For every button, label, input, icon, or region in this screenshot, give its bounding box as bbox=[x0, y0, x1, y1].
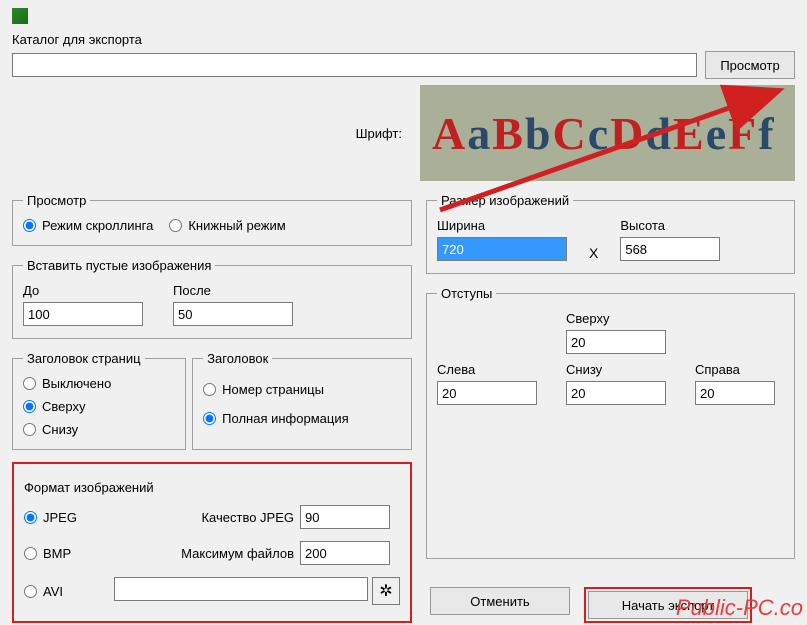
after-label: После bbox=[173, 283, 293, 298]
quality-input[interactable] bbox=[300, 505, 390, 529]
maxfiles-label: Максимум файлов bbox=[114, 546, 300, 561]
width-label: Ширина bbox=[437, 218, 567, 233]
margin-left-input[interactable] bbox=[437, 381, 537, 405]
radio-bmp[interactable]: BMP bbox=[24, 546, 114, 561]
radio-header-bottom[interactable]: Снизу bbox=[23, 422, 175, 437]
page-header-fieldset: Заголовок страниц Выключено Сверху Сн bbox=[12, 351, 186, 450]
image-size-fieldset: Размер изображений Ширина X Высота bbox=[426, 193, 795, 274]
app-icon bbox=[12, 8, 28, 24]
margin-right-input[interactable] bbox=[695, 381, 775, 405]
avi-path-input[interactable] bbox=[114, 577, 368, 601]
radio-header-off[interactable]: Выключено bbox=[23, 376, 175, 391]
radio-scroll-mode[interactable]: Режим скроллинга bbox=[23, 218, 153, 233]
font-label: Шрифт: bbox=[356, 126, 402, 141]
after-input[interactable] bbox=[173, 302, 293, 326]
maxfiles-input[interactable] bbox=[300, 541, 390, 565]
browse-button[interactable]: Просмотр bbox=[705, 51, 795, 79]
preview-fieldset: Просмотр Режим скроллинга Книжный режим bbox=[12, 193, 412, 246]
margin-top-label: Сверху bbox=[566, 311, 675, 326]
margin-bottom-input[interactable] bbox=[566, 381, 666, 405]
header-content-fieldset: Заголовок Номер страницы Полная информац… bbox=[192, 351, 412, 450]
radio-page-number[interactable]: Номер страницы bbox=[203, 382, 401, 397]
page-header-legend: Заголовок страниц bbox=[23, 351, 145, 366]
before-label: До bbox=[23, 283, 143, 298]
height-label: Высота bbox=[620, 218, 720, 233]
avi-settings-button[interactable]: ✲ bbox=[372, 577, 400, 605]
margin-bottom-label: Снизу bbox=[566, 362, 675, 377]
quality-label: Качество JPEG bbox=[114, 510, 300, 525]
header-content-legend: Заголовок bbox=[203, 351, 272, 366]
gear-icon: ✲ bbox=[379, 581, 392, 601]
image-format-fieldset: Формат изображений JPEG Качество JPEG BM… bbox=[20, 476, 404, 609]
x-separator: X bbox=[573, 245, 614, 261]
radio-book-mode[interactable]: Книжный режим bbox=[169, 218, 285, 233]
start-export-button[interactable]: Начать экспорт bbox=[588, 591, 748, 619]
catalog-label: Каталог для экспорта bbox=[12, 32, 789, 47]
image-size-legend: Размер изображений bbox=[437, 193, 573, 208]
height-input[interactable] bbox=[620, 237, 720, 261]
radio-header-top[interactable]: Сверху bbox=[23, 399, 175, 414]
cancel-button[interactable]: Отменить bbox=[430, 587, 570, 615]
width-input[interactable] bbox=[437, 237, 567, 261]
radio-full-info[interactable]: Полная информация bbox=[203, 411, 401, 426]
margins-legend: Отступы bbox=[437, 286, 496, 301]
radio-avi[interactable]: AVI bbox=[24, 584, 114, 599]
image-format-legend: Формат изображений bbox=[24, 480, 400, 495]
margin-right-label: Справа bbox=[695, 362, 784, 377]
margin-left-label: Слева bbox=[437, 362, 546, 377]
font-preview: AaBbCcDdEeFf bbox=[420, 85, 795, 181]
before-input[interactable] bbox=[23, 302, 143, 326]
margins-fieldset: Отступы Сверху Слева Снизу bbox=[426, 286, 795, 559]
empty-images-legend: Вставить пустые изображения bbox=[23, 258, 215, 273]
radio-jpeg[interactable]: JPEG bbox=[24, 510, 114, 525]
margin-top-input[interactable] bbox=[566, 330, 666, 354]
catalog-path-input[interactable] bbox=[12, 53, 697, 77]
empty-images-fieldset: Вставить пустые изображения До После bbox=[12, 258, 412, 339]
preview-legend: Просмотр bbox=[23, 193, 90, 208]
